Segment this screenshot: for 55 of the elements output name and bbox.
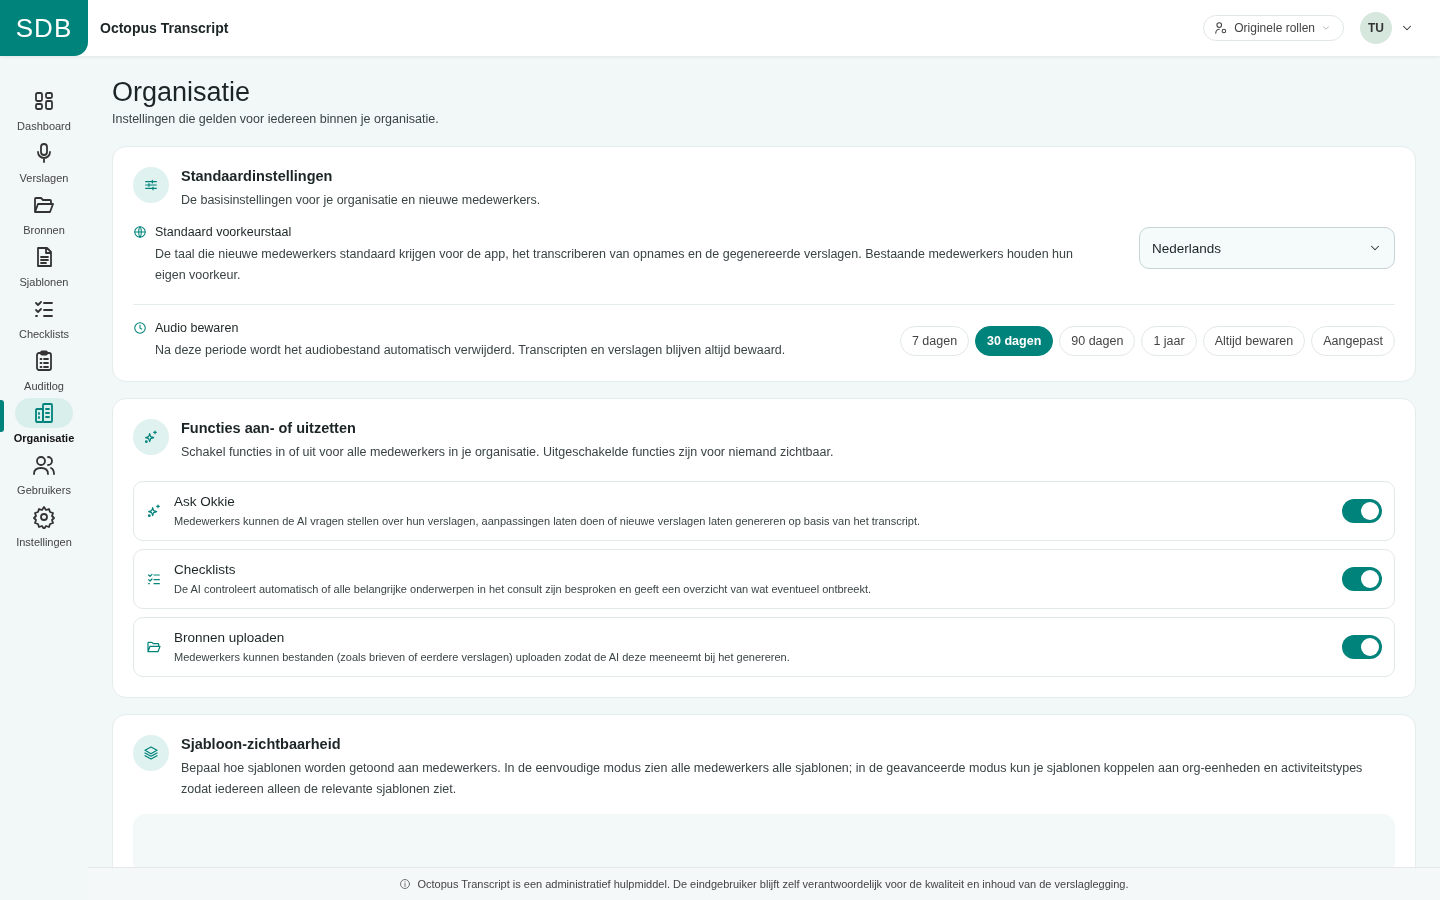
page-title: Organisatie bbox=[112, 76, 252, 108]
setting-label: Audio bewaren bbox=[155, 321, 239, 335]
globe-icon bbox=[133, 225, 147, 239]
card-description: Bepaal hoe sjablonen worden getoond aan medewerkers. In de eenvoudige modus zien alle medewerkers alle sjablonen; in de geavanceerde modus kun je sjablonen koppelen aan org-eenheden en activiteitstypes zodat iedereen alleen de relevante sjablonen ziet. bbox=[181, 760, 1364, 798]
user-avatar[interactable]: TU bbox=[1360, 12, 1392, 44]
users-icon bbox=[32, 453, 56, 477]
retention-option[interactable]: 90 dagen bbox=[1059, 326, 1136, 356]
layers-icon bbox=[133, 735, 169, 771]
retention-option[interactable]: 7 dagen bbox=[899, 326, 970, 356]
toggle-switch[interactable] bbox=[1342, 498, 1382, 523]
feature-name: Ask Okkie bbox=[174, 494, 236, 509]
setting-description: De taal die nieuwe medewerkers standaard krijgen voor de app, het transcriberen van opnames en de gegenereerde verslagen. Bestaande medewerkers houden hun eigen voorkeur. bbox=[155, 246, 1074, 284]
roles-dropdown[interactable]: Originele rollen bbox=[1203, 15, 1344, 41]
sidebar-item[interactable]: Bronnen bbox=[4, 190, 84, 239]
retention-option[interactable]: 30 dagen bbox=[975, 326, 1054, 356]
sidebar-item[interactable]: Sjablonen bbox=[4, 242, 84, 291]
sidebar-item[interactable]: Checklists bbox=[4, 294, 84, 343]
setting-description: Na deze periode wordt het audiobestand automatisch verwijderd. Transcripten en verslagen blijven altijd bewaard. bbox=[155, 342, 787, 359]
card-title: Standaardinstellingen bbox=[181, 168, 334, 184]
card-description: De basisinstellingen voor je organisatie en nieuwe medewerkers. bbox=[181, 192, 541, 209]
sparkle-icon bbox=[146, 502, 162, 519]
toggle-switch[interactable] bbox=[1342, 634, 1382, 659]
feature-name: Checklists bbox=[174, 562, 237, 577]
logo[interactable]: SDB bbox=[0, 0, 88, 56]
building-icon bbox=[32, 401, 56, 425]
toggle-switch[interactable] bbox=[1342, 566, 1382, 591]
sidebar-item[interactable]: Gebruikers bbox=[4, 450, 84, 499]
page-subtitle: Instellingen die gelden voor iedereen binnen je organisatie. bbox=[112, 112, 440, 126]
retention-option[interactable]: 1 jaar bbox=[1141, 326, 1197, 356]
feature-description: Medewerkers kunnen bestanden (zoals brieven of eerdere verslagen) uploaden zodat de AI deze meeneemt bij het genereren. bbox=[174, 651, 791, 663]
sparkle-icon bbox=[133, 419, 169, 455]
sliders-icon bbox=[133, 167, 169, 203]
retention-option[interactable]: Altijd bewaren bbox=[1202, 326, 1306, 356]
info-icon bbox=[399, 878, 412, 890]
retention-option[interactable]: Aangepast bbox=[1311, 326, 1395, 356]
user-gear-icon bbox=[1214, 21, 1229, 35]
clock-icon bbox=[133, 321, 147, 335]
sidebar-item[interactable]: Dashboard bbox=[4, 86, 84, 135]
card-title: Sjabloon-zichtbaarheid bbox=[181, 736, 342, 752]
feature-name: Bronnen uploaden bbox=[174, 630, 286, 645]
feature-description: De AI controleert automatisch of alle belangrijke onderwerpen in het consult zijn besproken en geeft een overzicht van wat eventueel ontbreekt. bbox=[174, 583, 873, 595]
settings-icon bbox=[32, 505, 56, 529]
sidebar-item[interactable]: Organisatie bbox=[4, 398, 84, 447]
app-title: Octopus Transcript bbox=[100, 20, 229, 36]
language-select[interactable]: Nederlands bbox=[1139, 227, 1395, 269]
grid-icon bbox=[32, 89, 56, 113]
sidebar-item[interactable]: Verslagen bbox=[4, 138, 84, 187]
sidebar-item[interactable]: Instellingen bbox=[4, 502, 84, 551]
sidebar-item[interactable]: Auditlog bbox=[4, 346, 84, 395]
card-description: Schakel functies in of uit voor alle medewerkers in je organisatie. Uitgeschakelde functies zijn voor niemand zichtbaar. bbox=[181, 444, 834, 461]
disclaimer-text: Octopus Transcript is een administratief hulpmiddel. De eindgebruiker blijft zelf verantwoordelijk voor de kwaliteit en inhoud van de verslaglegging. bbox=[417, 878, 1129, 890]
card-title: Functies aan- of uitzetten bbox=[181, 420, 357, 436]
setting-label: Standaard voorkeurstaal bbox=[155, 225, 292, 239]
chevron-down-icon bbox=[1321, 23, 1331, 33]
feature-description: Medewerkers kunnen de AI vragen stellen over hun verslagen, aanpassingen laten doen of nieuwe verslagen laten genereren op basis van het transcript. bbox=[174, 515, 922, 527]
